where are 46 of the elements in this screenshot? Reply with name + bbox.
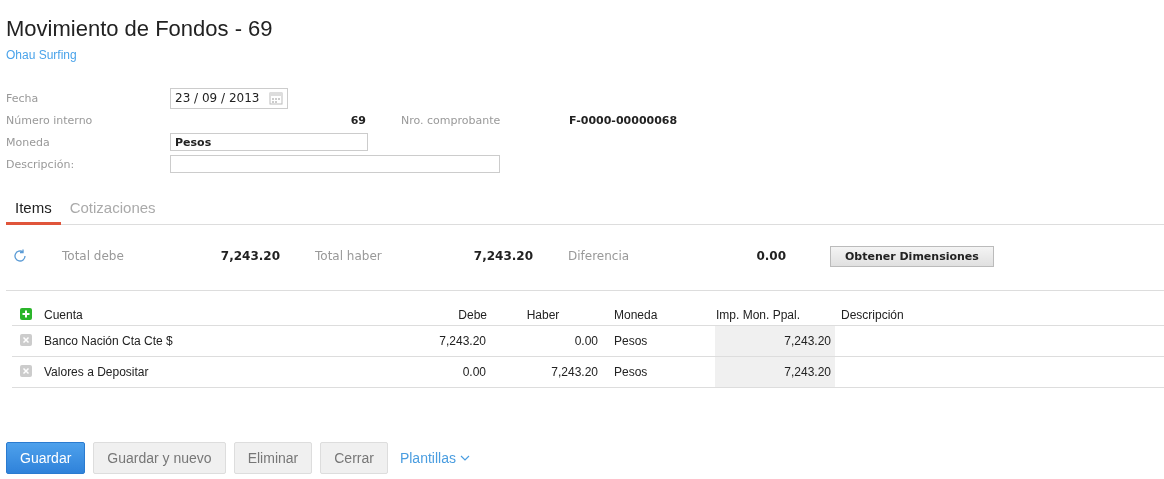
page-title: Movimiento de Fondos - 69 xyxy=(6,15,274,43)
table-cell: 7,243.20 xyxy=(375,325,487,357)
table-cell: 0.00 xyxy=(487,325,599,357)
field-label: Nro. comprobante xyxy=(401,113,502,127)
templates-dropdown[interactable]: Plantillas xyxy=(399,450,470,466)
table-cell: 0.00 xyxy=(375,356,487,388)
column-header: Cuenta xyxy=(43,305,375,326)
table-cell: 7,243.20 xyxy=(715,356,835,388)
company-link[interactable]: Ohau Surfing xyxy=(6,48,77,62)
table-cell: Valores a Depositar xyxy=(43,356,375,388)
total-label: Total haber xyxy=(315,249,383,263)
field-label: Descripción: xyxy=(6,157,76,171)
field-label: Moneda xyxy=(6,135,51,149)
field-value: F-0000-00000068 xyxy=(569,113,678,127)
table-cell: 7,243.20 xyxy=(715,325,835,357)
remove-icon[interactable] xyxy=(20,333,32,346)
column-header: Haber xyxy=(487,305,599,326)
column-header: Moneda xyxy=(599,305,715,326)
date-field[interactable]: 23 / 09 / 2013 xyxy=(170,87,289,109)
chevron-icon xyxy=(459,454,470,462)
remove-icon[interactable] xyxy=(20,364,32,377)
table-cell: 7,243.20 xyxy=(487,356,599,388)
total-label: Diferencia xyxy=(568,249,631,263)
action-button[interactable]: Guardar y nuevo xyxy=(93,442,226,474)
total-value: 0.00 xyxy=(755,249,786,263)
description-field[interactable] xyxy=(170,155,500,173)
field-label: Número interno xyxy=(6,113,94,127)
action-button[interactable]: Cerrar xyxy=(320,442,388,474)
column-header: Debe xyxy=(375,305,487,326)
total-value: 7,243.20 xyxy=(472,249,533,263)
field-label: Fecha xyxy=(6,91,40,105)
tab[interactable]: Cotizaciones xyxy=(60,195,165,224)
calendar-icon[interactable] xyxy=(269,91,284,105)
field-value: 69 xyxy=(349,113,366,127)
column-header: Imp. Mon. Ppal. xyxy=(715,305,835,326)
dimensions-button[interactable]: Obtener Dimensiones xyxy=(830,245,994,267)
action-button[interactable]: Eliminar xyxy=(233,442,313,474)
column-header: Descripción xyxy=(835,305,1164,326)
currency-field[interactable]: Pesos xyxy=(170,133,368,151)
table-cell: Banco Nación Cta Cte $ xyxy=(43,325,375,357)
total-label: Total debe xyxy=(62,249,125,263)
tab[interactable]: Items xyxy=(6,195,61,225)
total-value: 7,243.20 xyxy=(219,249,280,263)
refresh-icon[interactable] xyxy=(13,249,27,263)
save-button[interactable]: Guardar xyxy=(6,442,86,474)
add-icon[interactable] xyxy=(20,307,32,320)
